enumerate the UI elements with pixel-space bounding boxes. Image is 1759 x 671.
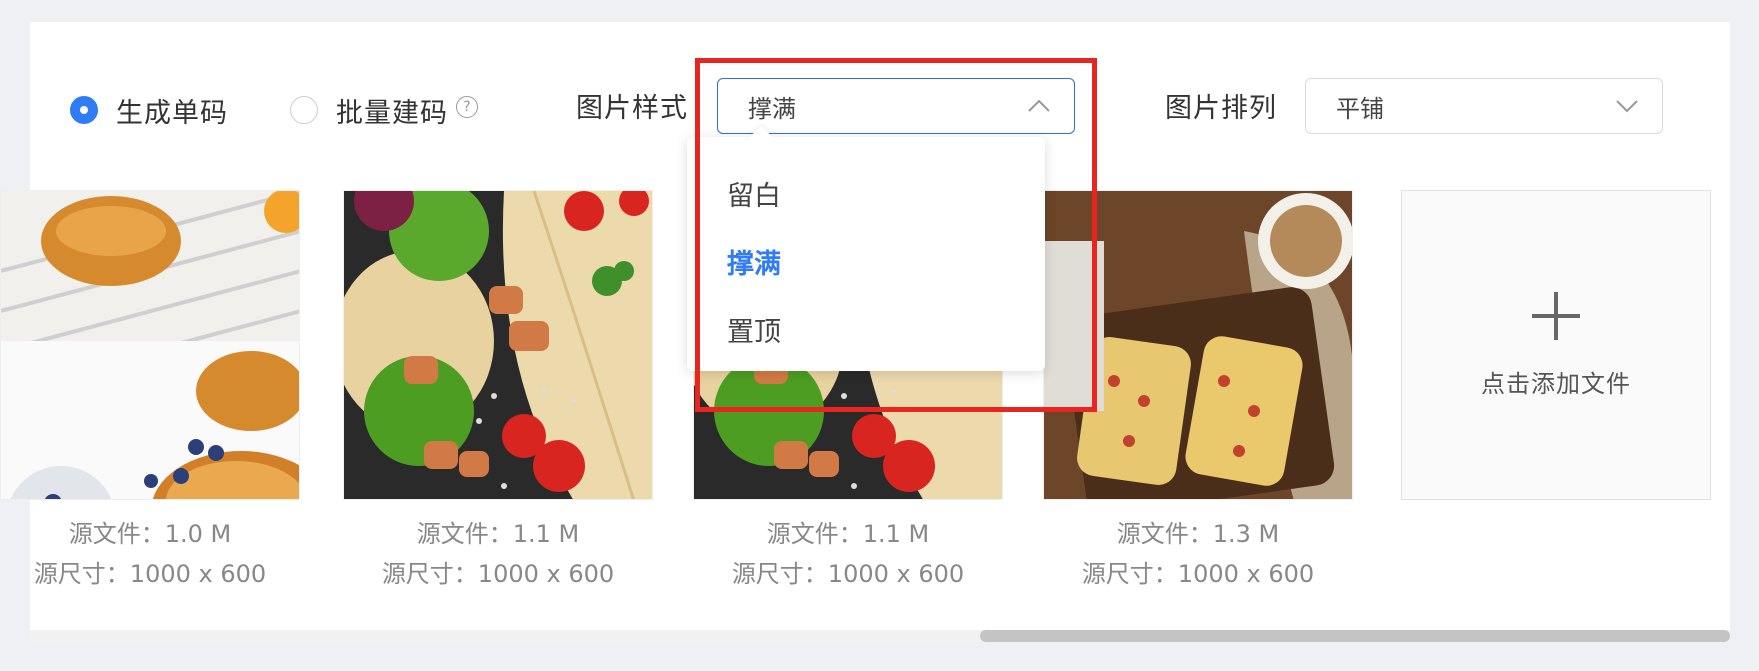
- image-card[interactable]: 源文件：1.1 M 源尺寸：1000 x 600: [343, 190, 653, 594]
- image-layout-label: 图片排列: [1165, 93, 1277, 124]
- option-blank[interactable]: 留白: [687, 159, 1045, 227]
- radio-unselected-icon: [290, 96, 318, 124]
- source-size-text: 源尺寸：1000 x 600: [1081, 560, 1315, 588]
- source-size-text: 源尺寸：1000 x 600: [381, 560, 615, 588]
- image-layout-value: 平铺: [1336, 94, 1384, 123]
- image-card[interactable]: 源文件：1.3 M 源尺寸：1000 x 600: [1043, 190, 1353, 594]
- radio-generate-single[interactable]: 生成单码: [70, 90, 228, 130]
- image-thumbnail-wraps: [343, 190, 653, 500]
- image-layout-select[interactable]: 平铺: [1305, 78, 1663, 134]
- plus-icon: [1532, 291, 1580, 340]
- horizontal-scrollbar[interactable]: [980, 630, 1730, 642]
- radio-generate-single-label: 生成单码: [116, 97, 228, 129]
- radio-selected-icon: [70, 96, 98, 124]
- image-meta: 源文件：1.0 M 源尺寸：1000 x 600: [0, 514, 300, 594]
- image-thumbnail-croissants: [0, 190, 300, 500]
- image-style-dropdown: 留白 撑满 置顶: [687, 125, 1045, 371]
- source-size-text: 源尺寸：1000 x 600: [33, 560, 267, 588]
- image-style-value: 撑满: [748, 94, 796, 123]
- image-meta: 源文件：1.1 M 源尺寸：1000 x 600: [343, 514, 653, 594]
- radio-batch-create-label: 批量建码: [336, 97, 448, 129]
- radio-batch-create[interactable]: 批量建码 ?: [290, 90, 478, 130]
- image-style-select[interactable]: 撑满: [717, 78, 1075, 134]
- help-icon[interactable]: ?: [456, 96, 478, 118]
- source-file-text: 源文件：1.3 M: [1116, 520, 1280, 548]
- source-file-text: 源文件：1.1 M: [766, 520, 930, 548]
- source-file-text: 源文件：1.1 M: [416, 520, 580, 548]
- image-meta: 源文件：1.1 M 源尺寸：1000 x 600: [693, 514, 1003, 594]
- image-style-label: 图片样式: [576, 93, 688, 124]
- source-size-text: 源尺寸：1000 x 600: [731, 560, 965, 588]
- option-top[interactable]: 置顶: [687, 295, 1045, 363]
- chevron-up-icon: [1028, 99, 1050, 112]
- image-card[interactable]: 源文件：1.0 M 源尺寸：1000 x 600: [0, 190, 300, 594]
- option-fill[interactable]: 撑满: [687, 227, 1045, 295]
- add-file-label: 点击添加文件: [1481, 369, 1631, 398]
- image-meta: 源文件：1.3 M 源尺寸：1000 x 600: [1043, 514, 1353, 594]
- add-file-button[interactable]: 点击添加文件: [1401, 190, 1711, 500]
- chevron-down-icon: [1616, 100, 1638, 113]
- source-file-text: 源文件：1.0 M: [68, 520, 232, 548]
- image-thumbnail-toast: [1043, 190, 1353, 500]
